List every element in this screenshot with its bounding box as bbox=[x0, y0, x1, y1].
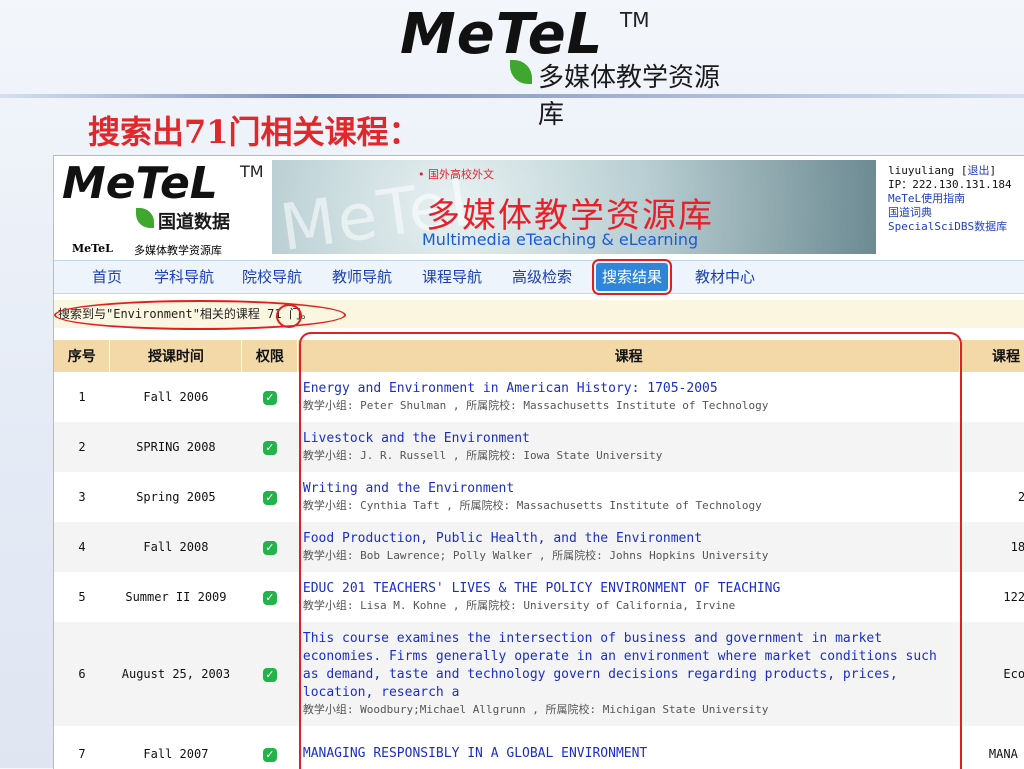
row-number: 6 bbox=[54, 622, 110, 726]
course-code: ST bbox=[960, 372, 1024, 422]
permission-cell: ✓ bbox=[242, 726, 298, 769]
nav-textbook[interactable]: 教材中心 bbox=[695, 261, 755, 293]
row-number: 2 bbox=[54, 422, 110, 472]
check-icon: ✓ bbox=[263, 441, 277, 455]
row-number: 3 bbox=[54, 472, 110, 522]
highlight-ellipse-count bbox=[276, 304, 302, 328]
col-header-time: 授课时间 bbox=[110, 340, 242, 372]
row-time: Fall 2008 bbox=[110, 522, 242, 572]
row-time: August 25, 2003 bbox=[110, 622, 242, 726]
nav-subject[interactable]: 学科导航 bbox=[154, 261, 214, 293]
permission-cell: ✓ bbox=[242, 522, 298, 572]
check-icon: ✓ bbox=[263, 541, 277, 555]
check-icon: ✓ bbox=[263, 748, 277, 762]
logout-link[interactable]: 退出 bbox=[967, 164, 989, 177]
check-icon: ✓ bbox=[263, 668, 277, 682]
ip-address: IP：222.130.131.184 bbox=[888, 178, 1024, 192]
guide-link[interactable]: MeTeL使用指南 bbox=[888, 192, 1024, 206]
user-panel: liuyuliang [退出] IP：222.130.131.184 MeTeL… bbox=[888, 164, 1024, 234]
user-line: liuyuliang [退出] bbox=[888, 164, 1024, 178]
col-header-no: 序号 bbox=[54, 340, 110, 372]
website-screenshot: MeTeL TM 国道数据 MeTeL 多媒体教学资源库 MeTeL • 国外高… bbox=[53, 155, 1024, 769]
row-time: Summer II 2009 bbox=[110, 572, 242, 622]
slide-logo: MeTeL TM 多媒体教学资源库 bbox=[400, 0, 730, 95]
slide-logo-tm: TM bbox=[620, 8, 649, 32]
row-number: 7 bbox=[54, 726, 110, 769]
banner-tag: • 国外高校外文 bbox=[418, 166, 494, 182]
user-name-close: ] bbox=[989, 164, 996, 177]
nav-college[interactable]: 院校导航 bbox=[242, 261, 302, 293]
check-icon: ✓ bbox=[263, 491, 277, 505]
slide-divider bbox=[0, 94, 1024, 98]
permission-cell: ✓ bbox=[242, 572, 298, 622]
leaf-icon bbox=[136, 208, 154, 228]
user-name: liuyuliang [ bbox=[888, 164, 967, 177]
col-header-course-code: 课程 bbox=[960, 340, 1024, 372]
database-link[interactable]: SpecialSciDBS数据库 bbox=[888, 220, 1024, 234]
dictionary-link[interactable]: 国道词典 bbox=[888, 206, 1024, 220]
site-banner: MeTeL • 国外高校外文 多媒体教学资源库 Multimedia eTeac… bbox=[272, 160, 876, 254]
site-logo-tm: TM bbox=[240, 162, 264, 181]
row-time: Fall 2006 bbox=[110, 372, 242, 422]
row-number: 4 bbox=[54, 522, 110, 572]
highlight-ellipse-summary bbox=[54, 300, 346, 330]
site-tagline: 多媒体教学资源库 bbox=[134, 242, 222, 258]
highlight-rect-course-column bbox=[299, 332, 962, 769]
course-code: 12200 bbox=[960, 572, 1024, 622]
course-code: 180. bbox=[960, 522, 1024, 572]
permission-cell: ✓ bbox=[242, 622, 298, 726]
permission-cell: ✓ bbox=[242, 472, 298, 522]
permission-cell: ✓ bbox=[242, 372, 298, 422]
nav-advanced-search[interactable]: 高级检索 bbox=[512, 261, 572, 293]
course-code: Econo bbox=[960, 622, 1024, 726]
site-logo-word[interactable]: MeTeL bbox=[62, 158, 218, 209]
banner-en-title: Multimedia eTeaching & eLearning bbox=[422, 230, 698, 249]
check-icon: ✓ bbox=[263, 591, 277, 605]
main-nav: 首页 学科导航 院校导航 教师导航 课程导航 高级检索 搜索结果 教材中心 bbox=[54, 260, 1024, 294]
row-time: SPRING 2008 bbox=[110, 422, 242, 472]
course-code: An bbox=[960, 422, 1024, 472]
check-icon: ✓ bbox=[263, 391, 277, 405]
site-header: MeTeL TM 国道数据 MeTeL 多媒体教学资源库 MeTeL • 国外高… bbox=[54, 156, 1024, 260]
course-code: MANA 30 bbox=[960, 726, 1024, 769]
site-logo-small: MeTeL bbox=[72, 242, 113, 255]
row-time: Spring 2005 bbox=[110, 472, 242, 522]
row-number: 5 bbox=[54, 572, 110, 622]
course-code: 21W bbox=[960, 472, 1024, 522]
col-header-permission: 权限 bbox=[242, 340, 298, 372]
row-time: Fall 2007 bbox=[110, 726, 242, 769]
nav-search-results[interactable]: 搜索结果 bbox=[596, 263, 668, 291]
slide-title: 搜索出71门相关课程： bbox=[88, 107, 421, 153]
nav-home[interactable]: 首页 bbox=[92, 261, 122, 293]
row-number: 1 bbox=[54, 372, 110, 422]
site-brand: 国道数据 bbox=[158, 208, 230, 234]
permission-cell: ✓ bbox=[242, 422, 298, 472]
nav-teacher[interactable]: 教师导航 bbox=[332, 261, 392, 293]
nav-course[interactable]: 课程导航 bbox=[422, 261, 482, 293]
